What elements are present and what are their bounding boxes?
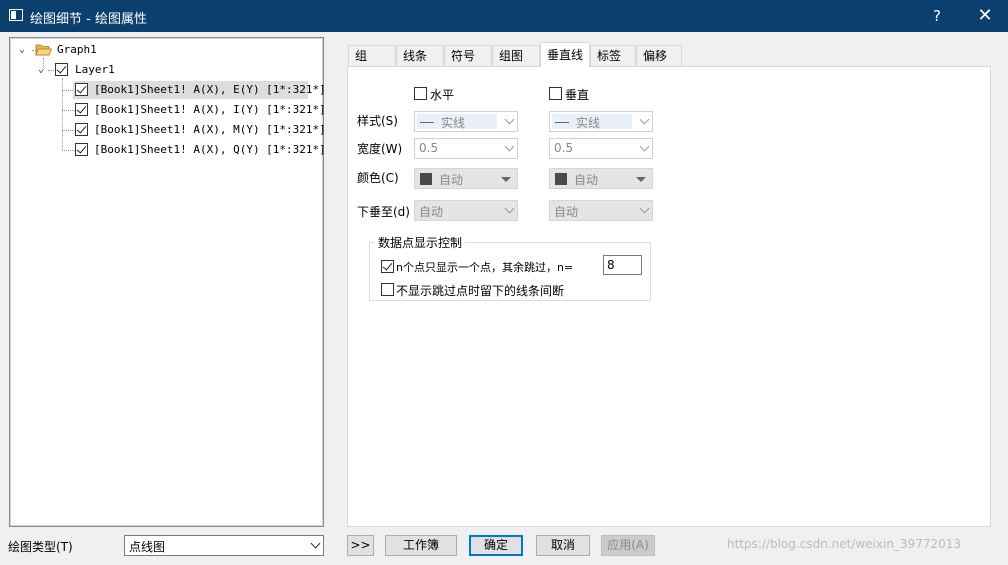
tab-group-plot[interactable]: 组图	[492, 45, 540, 66]
help-button[interactable]: ?	[914, 0, 960, 32]
skip-n-input[interactable]: 8	[603, 255, 642, 275]
tree-node-graph-label: Graph1	[57, 43, 97, 56]
horizontal-checkbox[interactable]	[414, 87, 427, 100]
tree-node-plot[interactable]: [Book1]Sheet1! A(X), I(Y) [1*:321*]	[73, 101, 326, 119]
layer-checkbox[interactable]	[55, 63, 68, 76]
horizontal-dropto-select[interactable]: 自动	[414, 200, 518, 221]
chevron-down-icon	[639, 203, 650, 214]
tab-line[interactable]: 线条	[396, 45, 444, 66]
ok-button[interactable]: 确定	[469, 535, 523, 556]
vertical-checkbox[interactable]	[549, 87, 562, 100]
plot-tree[interactable]: ⌄ Graph1 ⌄ Layer1 [Book1]Sheet1! A(X), E…	[9, 37, 326, 527]
plot-checkbox[interactable]	[75, 103, 88, 116]
expand-button[interactable]: >>	[347, 535, 374, 556]
no-gap-label: 不显示跳过点时留下的线条间断	[396, 284, 565, 298]
tab-drop-lines[interactable]: 垂直线	[540, 42, 590, 67]
chevron-down-icon	[504, 203, 515, 214]
vertical-width-select[interactable]: 0.5	[549, 138, 653, 159]
tree-connector	[62, 78, 63, 150]
plot-checkbox[interactable]	[75, 123, 88, 136]
vertical-dropto-select[interactable]: 自动	[549, 200, 653, 221]
width-label: 宽度(W)	[357, 142, 403, 156]
window-title: 绘图细节 - 绘图属性	[30, 12, 147, 27]
plot-checkbox[interactable]	[75, 143, 88, 156]
title-bar: 绘图细节 - 绘图属性 ? ✕	[0, 0, 1008, 32]
color-swatch	[420, 173, 432, 185]
tree-node-layer-label: Layer1	[75, 63, 115, 76]
tree-node-plot[interactable]: [Book1]Sheet1! A(X), E(Y) [1*:321*]	[73, 81, 326, 99]
chevron-down-icon	[639, 114, 650, 125]
chevron-down-icon	[639, 141, 650, 152]
tab-group[interactable]: 组	[348, 45, 396, 66]
open-folder-icon	[35, 44, 52, 56]
tree-node-layer[interactable]: ⌄ Layer1	[37, 61, 237, 79]
tab-offset[interactable]: 偏移	[636, 45, 682, 66]
tree-node-plot-label: [Book1]Sheet1! A(X), I(Y) [1*:321*]	[94, 103, 326, 116]
vertical-color-select[interactable]: 自动	[549, 168, 653, 189]
workbook-button[interactable]: 工作簿	[385, 535, 457, 556]
chevron-down-icon[interactable]: ⌄	[19, 45, 29, 55]
tree-node-plot[interactable]: [Book1]Sheet1! A(X), M(Y) [1*:321*]	[73, 121, 326, 139]
apply-button[interactable]: 应用(A)	[601, 535, 655, 556]
dropto-label: 下垂至(d)	[357, 205, 410, 219]
line-sample-icon	[555, 122, 569, 123]
group-title: 数据点显示控制	[375, 234, 466, 251]
dropdown-triangle-icon	[501, 177, 511, 182]
close-button[interactable]: ✕	[962, 0, 1008, 32]
tree-node-plot-label: [Book1]Sheet1! A(X), M(Y) [1*:321*]	[94, 123, 326, 136]
chevron-down-icon	[504, 114, 515, 125]
line-sample-icon	[420, 122, 434, 123]
skip-points-label: n个点只显示一个点，其余跳过，n=	[396, 261, 574, 274]
vertical-style-select[interactable]: 实线	[549, 111, 653, 132]
horizontal-label: 水平	[430, 88, 455, 102]
tree-node-graph[interactable]: ⌄ Graph1	[18, 41, 218, 59]
dropdown-triangle-icon	[636, 177, 646, 182]
vertical-label: 垂直	[565, 88, 590, 102]
tree-node-plot-label: [Book1]Sheet1! A(X), Q(Y) [1*:321*]	[94, 143, 326, 156]
app-window-icon	[9, 9, 23, 21]
plot-type-label: 绘图类型(T)	[8, 540, 73, 554]
plot-checkbox[interactable]	[75, 83, 88, 96]
horizontal-style-select[interactable]: 实线	[414, 111, 518, 132]
horizontal-width-select[interactable]: 0.5	[414, 138, 518, 159]
tab-label[interactable]: 标签	[590, 45, 636, 66]
tree-node-plot-label: [Book1]Sheet1! A(X), E(Y) [1*:321*]	[94, 83, 326, 96]
color-label: 颜色(C)	[357, 171, 399, 185]
watermark: https://blog.csdn.net/weixin_39772013	[727, 537, 962, 551]
skip-points-checkbox[interactable]	[381, 260, 394, 273]
tab-symbol[interactable]: 符号	[444, 45, 492, 66]
chevron-down-icon	[310, 538, 321, 549]
style-label: 样式(S)	[357, 114, 398, 128]
horizontal-color-select[interactable]: 自动	[414, 168, 518, 189]
chevron-down-icon	[504, 141, 515, 152]
cancel-button[interactable]: 取消	[536, 535, 590, 556]
chevron-down-icon[interactable]: ⌄	[38, 65, 48, 75]
tree-node-plot[interactable]: [Book1]Sheet1! A(X), Q(Y) [1*:321*]	[73, 141, 326, 159]
plot-type-select[interactable]: 点线图	[124, 535, 324, 556]
color-swatch	[555, 173, 567, 185]
no-gap-checkbox[interactable]	[381, 283, 394, 296]
data-point-display-group: 数据点显示控制 n个点只显示一个点，其余跳过，n= 8 不显示跳过点时留下的线条…	[369, 234, 651, 301]
